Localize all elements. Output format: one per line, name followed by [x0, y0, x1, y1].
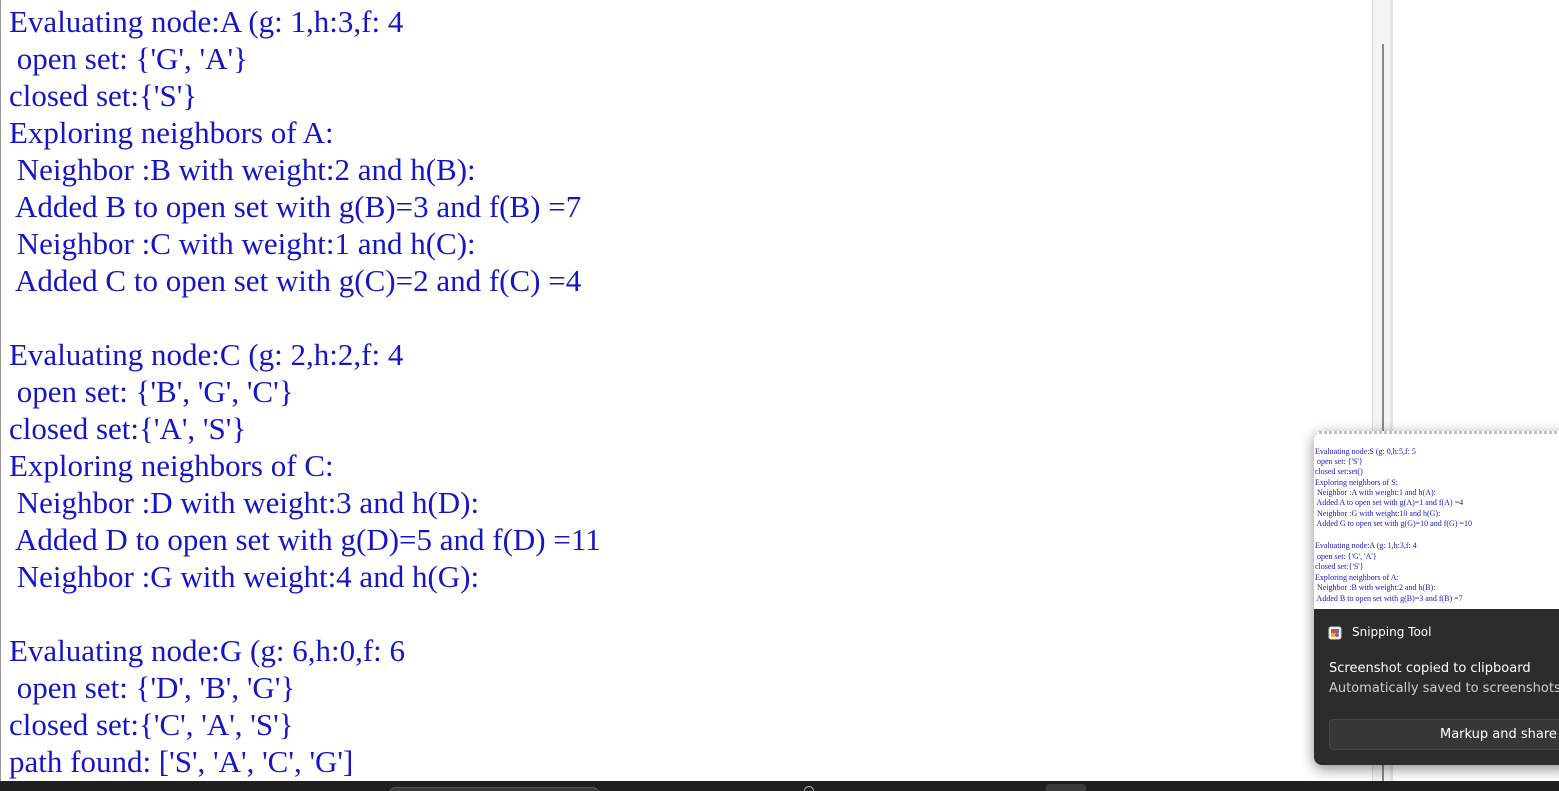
taskbar-search-box[interactable]: [388, 787, 600, 791]
notification-title: Screenshot copied to clipboard: [1329, 661, 1531, 676]
preview-line: closed set:set(): [1315, 467, 1363, 476]
markup-and-share-button[interactable]: Markup and share: [1329, 719, 1559, 750]
output-line: Neighbor :G with weight:4 and h(G):: [9, 559, 480, 594]
output-line: open set: {'G', 'A'}: [9, 41, 248, 76]
screenshot-preview-thumbnail[interactable]: Evaluating node:S (g: 0,h:5,f: 5 open se…: [1314, 431, 1559, 609]
output-line: closed set:{'A', 'S'}: [9, 411, 247, 446]
preview-line: Evaluating node:A (g: 1,h:3,f: 4: [1315, 541, 1417, 550]
snipping-tool-notification[interactable]: Evaluating node:S (g: 0,h:5,f: 5 open se…: [1314, 431, 1559, 765]
notification-subtitle: Automatically saved to screenshots fo: [1329, 681, 1559, 696]
taskbar-search-icon[interactable]: [804, 786, 814, 791]
preview-line: closed set:{'S'}: [1315, 562, 1364, 571]
preview-line: Neighbor :A with weight:1 and h(A):: [1315, 488, 1436, 497]
output-line: Evaluating node:G (g: 6,h:0,f: 6: [9, 633, 406, 668]
output-line: Added D to open set with g(D)=5 and f(D)…: [9, 522, 601, 557]
console-output: Evaluating node:A (g: 1,h:3,f: 4 open se…: [0, 0, 1372, 781]
output-line: closed set:{'S'}: [9, 78, 198, 113]
preview-line: Neighbor :G with weight:10 and h(G):: [1315, 509, 1441, 518]
output-line: Exploring neighbors of A:: [9, 115, 334, 150]
preview-line: Neighbor :B with weight:2 and h(B):: [1315, 583, 1436, 592]
snipping-tool-icon: [1328, 626, 1342, 640]
screen: Evaluating node:A (g: 1,h:3,f: 4 open se…: [0, 0, 1559, 791]
taskbar: [0, 781, 1559, 791]
taskbar-app-icon[interactable]: [1046, 784, 1086, 791]
output-line: Exploring neighbors of C:: [9, 448, 334, 483]
preview-line: open set: {'G', 'A'}: [1315, 552, 1377, 561]
output-line: Evaluating node:C (g: 2,h:2,f: 4: [9, 337, 404, 372]
output-line: Added C to open set with g(C)=2 and f(C)…: [9, 263, 582, 298]
output-line: Neighbor :C with weight:1 and h(C):: [9, 226, 476, 261]
notification-app-name: Snipping Tool: [1352, 625, 1432, 639]
preview-line: Exploring neighbors of A:: [1315, 573, 1399, 582]
preview-cropped-text: [1314, 431, 1559, 434]
output-line: Neighbor :B with weight:2 and h(B):: [9, 152, 476, 187]
preview-line: Evaluating node:S (g: 0,h:5,f: 5: [1315, 447, 1416, 456]
preview-line: Added G to open set with g(G)=10 and f(G…: [1315, 519, 1472, 528]
preview-line: Exploring neighbors of S:: [1315, 478, 1398, 487]
output-line: path found: ['S', 'A', 'C', 'G']: [9, 744, 354, 779]
output-line: closed set:{'C', 'A', 'S'}: [9, 707, 294, 742]
preview-line: open set: {'S'}: [1315, 457, 1363, 466]
output-line: Added B to open set with g(B)=3 and f(B)…: [9, 189, 582, 224]
output-line: Evaluating node:A (g: 1,h:3,f: 4: [9, 4, 404, 39]
preview-line: Added B to open set with g(B)=3 and f(B)…: [1315, 594, 1463, 603]
output-line: Neighbor :D with weight:3 and h(D):: [9, 485, 480, 520]
preview-line: Added A to open set with g(A)=1 and f(A)…: [1315, 498, 1464, 507]
output-line: open set: {'D', 'B', 'G'}: [9, 670, 296, 705]
output-line: open set: {'B', 'G', 'C'}: [9, 374, 294, 409]
